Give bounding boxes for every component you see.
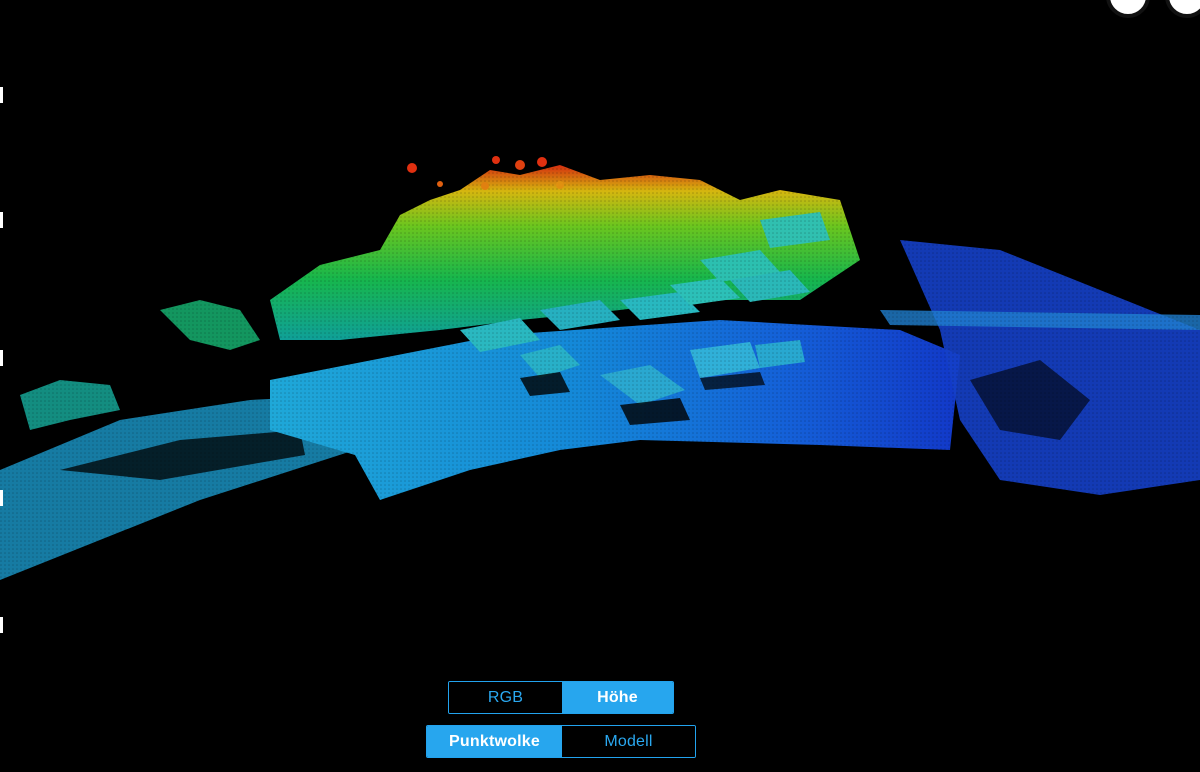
edge-tick <box>0 87 3 103</box>
color-mode-toggle: RGB Höhe <box>448 681 674 714</box>
edge-tick <box>0 490 3 506</box>
edge-tick <box>0 350 3 366</box>
point-cloud-viewer[interactable]: RGB Höhe Punktwolke Modell <box>0 0 1200 772</box>
point-texture <box>0 160 1200 600</box>
display-mode-toggle: Punktwolke Modell <box>426 725 696 758</box>
height-button[interactable]: Höhe <box>561 682 673 713</box>
model-button[interactable]: Modell <box>562 726 695 757</box>
edge-tick <box>0 212 3 228</box>
edge-tick <box>0 617 3 633</box>
point-cloud-button[interactable]: Punktwolke <box>427 726 562 757</box>
point-cloud-canvas[interactable] <box>0 0 1200 772</box>
rgb-button[interactable]: RGB <box>449 682 562 713</box>
